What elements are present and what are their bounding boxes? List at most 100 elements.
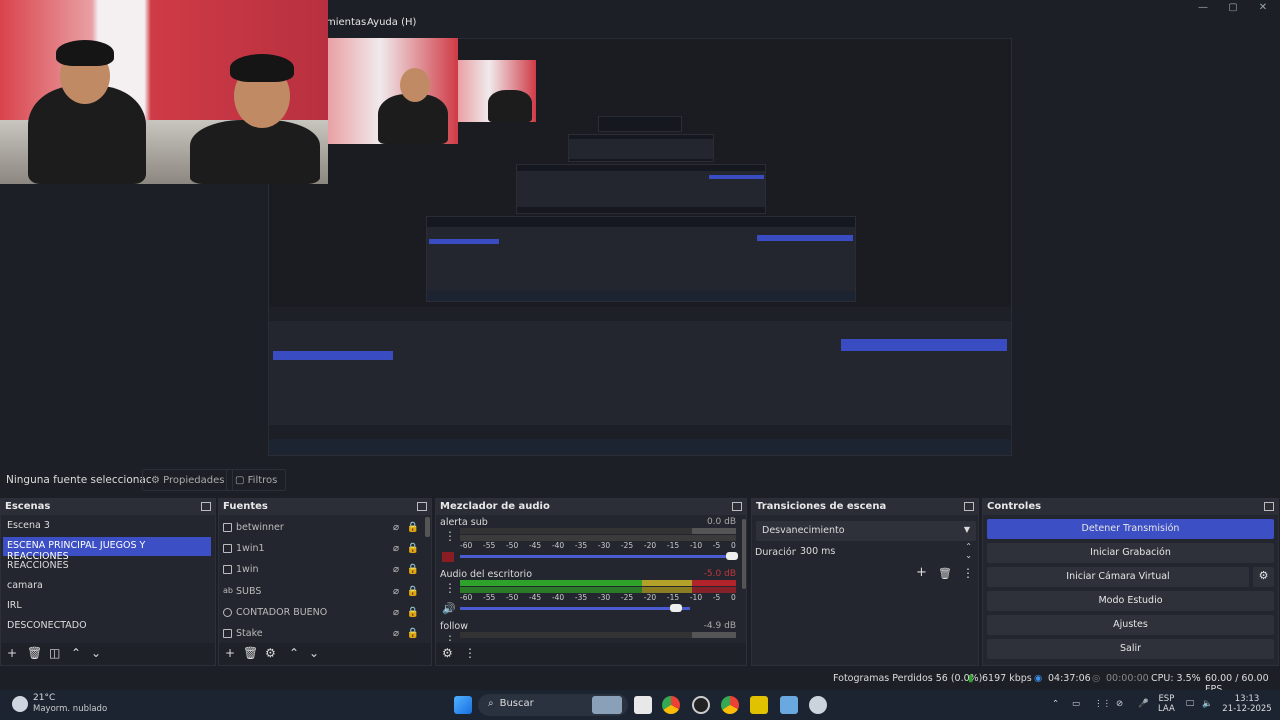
gear-icon[interactable]: ⚙ — [1253, 567, 1274, 587]
eye-off-icon[interactable]: ⌀ — [393, 522, 399, 533]
gear-icon[interactable]: ⚙ — [265, 646, 276, 660]
chevron-up-icon[interactable]: ⌃ — [71, 646, 81, 660]
trash-icon[interactable]: 🗑 — [27, 646, 42, 660]
undock-icon[interactable] — [417, 502, 427, 511]
network-icon[interactable]: 🖵 — [1186, 699, 1194, 709]
language-indicator[interactable]: ESP LAA — [1158, 694, 1175, 714]
start-recording-button[interactable]: Iniciar Grabación — [987, 543, 1274, 563]
trash-icon[interactable]: 🗑 — [243, 646, 258, 660]
eye-off-icon[interactable]: ⌀ — [393, 564, 399, 575]
chrome-icon[interactable] — [721, 696, 739, 714]
gear-icon[interactable]: ⚙ — [442, 646, 453, 660]
channel-name: alerta sub — [440, 517, 488, 528]
source-item[interactable]: 1win1 ⌀ 🔒 — [223, 540, 419, 560]
scrollbar[interactable] — [425, 517, 430, 537]
minimize-icon[interactable]: — — [1196, 2, 1210, 13]
exit-button[interactable]: Salir — [987, 639, 1274, 659]
scene-item[interactable]: Escena 3 — [3, 517, 211, 536]
duration-field[interactable]: 300 ms ⌃ ⌄ — [796, 542, 976, 561]
lock-icon[interactable]: 🔒 — [407, 543, 419, 554]
eye-off-icon[interactable]: ⌀ — [393, 543, 399, 554]
scene-item-selected[interactable]: ESCENA PRINCIPAL JUEGOS Y REACCIONES — [3, 537, 211, 562]
volume-icon[interactable]: 🔈 — [1202, 699, 1213, 709]
chevron-up-icon[interactable]: ⌃ — [1052, 699, 1059, 709]
stop-stream-button[interactable]: Detener Transmisión — [987, 519, 1274, 539]
lang-code: ESP — [1158, 694, 1175, 704]
lock-icon[interactable]: 🔒 — [407, 564, 419, 575]
undock-icon[interactable] — [1264, 502, 1274, 511]
volume-slider[interactable] — [460, 607, 690, 610]
volume-knob[interactable] — [670, 604, 682, 612]
channel-db: 0.0 dB — [706, 517, 736, 527]
properties-button[interactable]: ⚙ Propiedades — [142, 469, 234, 491]
filters-button[interactable]: ▢ Filtros — [226, 469, 287, 491]
scrollbar[interactable] — [742, 519, 746, 589]
source-item[interactable]: 1win ⌀ 🔒 — [223, 561, 419, 581]
eye-off-icon[interactable]: ⌀ — [393, 628, 399, 639]
lock-icon[interactable]: 🔒 — [407, 522, 419, 533]
lock-icon[interactable]: 🔒 — [407, 586, 419, 597]
eye-off-icon[interactable]: ⌀ — [393, 586, 399, 597]
tray-icon[interactable]: ⋮⋮ — [1094, 699, 1111, 709]
undock-icon[interactable] — [964, 502, 974, 511]
settings-icon[interactable] — [809, 696, 827, 714]
lock-icon[interactable]: 🔒 — [407, 607, 419, 618]
scene-item[interactable]: REACCIONES — [3, 557, 211, 576]
volume-slider[interactable] — [460, 555, 728, 558]
menu-help[interactable]: Ayuda (H) — [367, 17, 416, 28]
chevron-up-icon[interactable]: ⌃ — [289, 646, 299, 660]
menu-tools[interactable]: mientas — [326, 17, 366, 28]
more-icon[interactable]: ⋮ — [444, 581, 456, 595]
tray-icon[interactable]: ▭ — [1072, 699, 1080, 709]
muted-speaker-icon[interactable] — [442, 552, 454, 562]
weather-icon[interactable] — [12, 696, 28, 712]
scene-item[interactable]: IRL — [3, 597, 211, 616]
app-icon[interactable] — [750, 696, 768, 714]
nested-capture-3 — [516, 164, 766, 214]
record-time: 00:00:00 — [1106, 673, 1149, 684]
filter-icon[interactable]: ◫ — [49, 646, 60, 660]
source-item[interactable]: ab SUBS ⌀ 🔒 — [223, 583, 419, 603]
maximize-icon[interactable]: ▢ — [1226, 2, 1240, 13]
close-icon[interactable]: ✕ — [1256, 2, 1270, 13]
more-icon[interactable]: ⋮ — [962, 566, 974, 580]
volume-knob[interactable] — [726, 552, 738, 560]
add-icon[interactable]: + — [225, 646, 235, 660]
task-view-icon[interactable] — [634, 696, 652, 714]
undock-icon[interactable] — [732, 502, 742, 511]
chevron-down-icon[interactable]: ⌄ — [309, 646, 319, 660]
chrome-icon[interactable] — [662, 696, 680, 714]
studio-mode-button[interactable]: Modo Estudio — [987, 591, 1274, 611]
tray-icon[interactable]: ⊘ — [1116, 699, 1123, 709]
trash-icon[interactable]: 🗑 — [938, 567, 952, 580]
source-item[interactable]: Stake ⌀ 🔒 — [223, 625, 419, 645]
add-icon[interactable]: + — [916, 565, 927, 580]
virtual-camera-button[interactable]: Iniciar Cámara Virtual — [987, 567, 1249, 587]
notepad-icon[interactable] — [780, 696, 798, 714]
windows-start-icon[interactable] — [454, 696, 472, 714]
more-icon[interactable]: ⋮ — [444, 633, 456, 643]
app-icon[interactable] — [692, 696, 710, 714]
eye-off-icon[interactable]: ⌀ — [393, 607, 399, 618]
widget-icon[interactable] — [592, 696, 622, 714]
mixer-channel: alerta sub 0.0 dB ⋮ -60 -55 -50 -45 -40 -35 -3… — [440, 517, 738, 567]
more-icon[interactable]: ⋮ — [444, 529, 456, 543]
mic-icon[interactable]: 🎤 — [1138, 699, 1149, 709]
source-label: 1win1 — [236, 543, 265, 554]
transition-select[interactable]: Desvanecimiento ▼ — [756, 521, 976, 541]
clock[interactable]: 13:13 21-12-2025 — [1222, 694, 1272, 714]
chevron-down-icon[interactable]: ⌄ — [91, 646, 101, 660]
stream-icon: ◉ — [1034, 673, 1043, 684]
source-item[interactable]: CONTADOR BUENO ⌀ 🔒 — [223, 604, 419, 624]
source-item[interactable]: betwinner ⌀ 🔒 — [223, 519, 419, 539]
scene-item[interactable]: camara — [3, 577, 211, 596]
settings-button[interactable]: Ajustes — [987, 615, 1274, 635]
add-icon[interactable]: + — [7, 646, 17, 660]
channel-db: -5.0 dB — [703, 569, 736, 579]
lock-icon[interactable]: 🔒 — [407, 628, 419, 639]
more-icon[interactable]: ⋮ — [464, 646, 476, 660]
scene-item[interactable]: DESCONECTADO — [3, 617, 211, 636]
undock-icon[interactable] — [201, 502, 211, 511]
speaker-icon[interactable]: 🔊 — [442, 602, 456, 615]
spin-icon[interactable]: ⌃ ⌄ — [965, 542, 972, 560]
